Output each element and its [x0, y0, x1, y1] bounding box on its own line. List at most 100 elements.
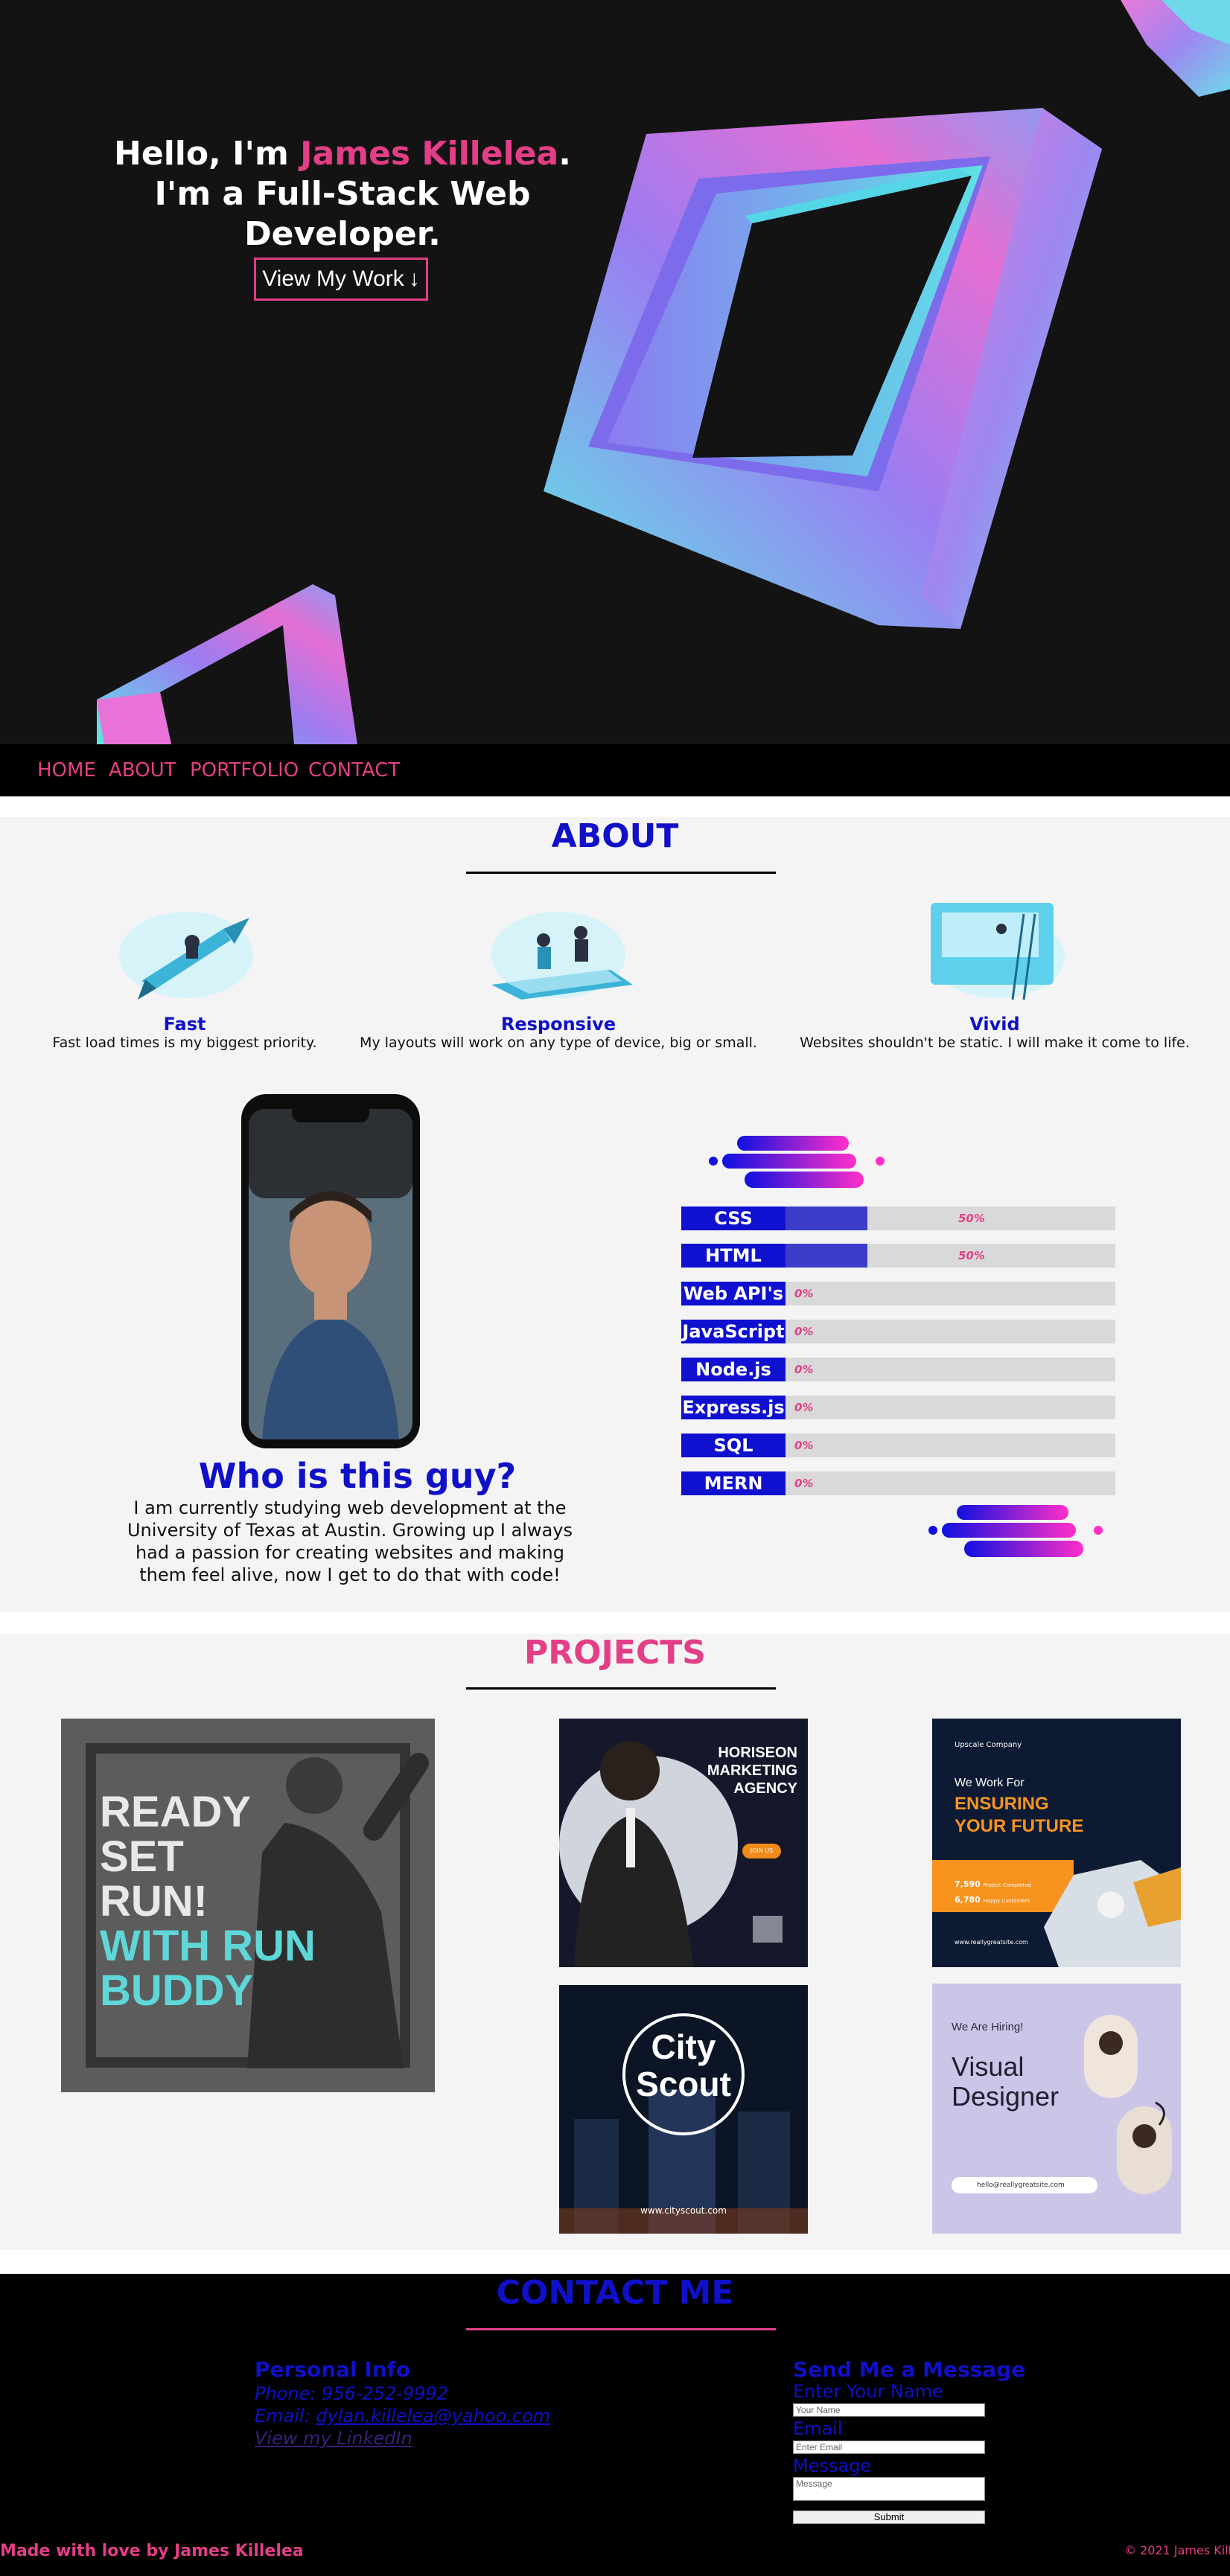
contact-section: CONTACT ME Personal Info Phone: 956-252-…: [0, 2274, 1230, 2576]
projects-title: PROJECTS: [524, 1634, 706, 1672]
skill-label: MERN: [681, 1471, 786, 1495]
decorative-brush-top: [709, 1136, 885, 1188]
ensuring-company: Upscale Company: [955, 1741, 1022, 1749]
ensuring-stats: 7,590 Project Completed 6,780 Happy Cust…: [955, 1879, 1031, 1905]
skill-progress-bar: 0%: [786, 1358, 1115, 1381]
decorative-brush-bottom: [928, 1505, 1103, 1557]
skill-label: Express.js: [681, 1396, 786, 1419]
project-ensuring-future[interactable]: Upscale Company We Work For ENSURING YOU…: [932, 1719, 1181, 1967]
skill-progress-bar: 50%: [786, 1244, 1115, 1268]
skill-percent: 0%: [794, 1401, 814, 1414]
skill-label: HTML: [681, 1244, 786, 1268]
city-scout-art: [559, 1985, 808, 2234]
designer-email: hello@reallygreatsite.com: [952, 2177, 1097, 2193]
feature-vivid-desc: Websites shouldn't be static. I will mak…: [800, 1035, 1190, 1051]
skill-label: SQL: [681, 1434, 786, 1457]
profile-phone-photo: [241, 1094, 420, 1448]
website-illustration: [931, 903, 1065, 1000]
email-label: Email: [793, 2418, 843, 2439]
city-line1: City: [651, 2027, 716, 2066]
hero-greeting: Hello, I'm: [114, 135, 301, 173]
feature-fast-desc: Fast load times is my biggest priority.: [52, 1035, 317, 1051]
nav-contact[interactable]: CONTACT: [308, 759, 400, 782]
run-line4: WITH RUN: [100, 1922, 316, 1970]
ensuring-stat2: 6,780: [955, 1895, 981, 1905]
ensuring-art: [932, 1860, 1181, 1967]
hero-section: Hello, I'm James Killelea. I'm a Full-St…: [0, 0, 1230, 744]
navbar: HOME ABOUT PORTFOLIO CONTACT: [0, 744, 1230, 796]
hero-period: .: [558, 135, 571, 173]
project-run-buddy[interactable]: READY SET RUN! WITH RUN BUDDY: [61, 1719, 435, 2092]
horiseon-title: HORISEON MARKETING AGENCY: [686, 1744, 797, 1797]
project-visual-designer[interactable]: We Are Hiring! Visual Designer hello@rea…: [932, 1984, 1181, 2234]
nav-about[interactable]: ABOUT: [109, 759, 176, 782]
contact-divider: [466, 2328, 776, 2330]
ensuring-stat1-label: Project Completed: [983, 1882, 1031, 1888]
contact-title: CONTACT ME: [496, 2274, 734, 2312]
devices-illustration: [491, 912, 633, 1000]
email-line: Email: dylan.killelea@yahoo.com: [255, 2406, 550, 2426]
feature-fast-title: Fast: [163, 1014, 206, 1035]
skill-percent: 50%: [958, 1249, 985, 1262]
ensuring-headline: ENSURING YOUR FUTURE: [955, 1793, 1083, 1838]
footer-made-with-love: Made with love by James Killelea: [0, 2542, 304, 2560]
message-label: Message: [793, 2455, 872, 2476]
skill-percent: 50%: [958, 1212, 985, 1225]
designer-art: [1084, 2015, 1172, 2194]
ensuring-stat1: 7,590: [955, 1879, 981, 1889]
skill-percent: 0%: [794, 1363, 814, 1376]
project-city-scout[interactable]: City Scout www.cityscout.com: [559, 1985, 808, 2234]
skill-label: Web API's: [681, 1282, 786, 1305]
feature-responsive-title: Responsive: [500, 1014, 616, 1035]
feature-responsive-desc: My layouts will work on any type of devi…: [360, 1035, 757, 1051]
who-description: I am currently studying web development …: [127, 1498, 573, 1585]
skill-progress-bar: 0%: [786, 1396, 1115, 1419]
city-line2: Scout: [636, 2065, 731, 2103]
run-line5: BUDDY: [100, 1966, 254, 2015]
skill-progress-fill: [786, 1206, 867, 1230]
message-textarea[interactable]: Message: [793, 2477, 985, 2501]
horiseon-line1: HORISEON: [718, 1745, 797, 1761]
city-scout-url: www.cityscout.com: [640, 2205, 727, 2216]
about-divider: [466, 872, 776, 874]
linkedin-link[interactable]: View my LinkedIn: [255, 2428, 412, 2449]
arrow-down-icon: ↓: [408, 266, 420, 291]
skill-label: CSS: [681, 1206, 786, 1230]
email-input[interactable]: Enter Email: [793, 2441, 985, 2454]
hero-3d-shapes: [97, 0, 1230, 744]
projects-section: PROJECTS READY SET RUN! WITH RUN BUDDY H…: [0, 1634, 1230, 2250]
ensuring-line3: YOUR FUTURE: [955, 1816, 1084, 1836]
nav-portfolio[interactable]: PORTFOLIO: [190, 759, 299, 782]
nav-home[interactable]: HOME: [37, 759, 96, 782]
skill-progress-bar: 0%: [786, 1320, 1115, 1343]
horiseon-line2: MARKETING: [707, 1762, 797, 1779]
view-my-work-label: View My Work: [262, 266, 404, 291]
personal-info-heading: Personal Info: [255, 2357, 411, 2382]
skill-percent: 0%: [794, 1287, 814, 1300]
submit-button[interactable]: Submit: [793, 2511, 985, 2524]
name-input[interactable]: Your Name: [793, 2403, 985, 2417]
ensuring-line2: ENSURING: [955, 1794, 1049, 1814]
about-section: ABOUT Fast Fast load times is my biggest…: [0, 817, 1230, 1612]
skill-percent: 0%: [794, 1477, 814, 1490]
send-message-heading: Send Me a Message: [793, 2357, 1026, 2382]
horiseon-cta: JOIN US: [742, 1844, 781, 1859]
view-my-work-button[interactable]: View My Work ↓: [254, 258, 428, 301]
run-line3: RUN!: [100, 1877, 208, 1925]
horiseon-line3: AGENCY: [733, 1780, 797, 1797]
project-horiseon[interactable]: HORISEON MARKETING AGENCY JOIN US: [559, 1719, 808, 1967]
hero-line2: I'm a Full-Stack Web: [154, 175, 531, 213]
hero-name: James Killelea: [300, 135, 559, 173]
hero-line3: Developer.: [244, 215, 441, 253]
skill-percent: 0%: [794, 1439, 814, 1452]
footer-copyright: © 2021 James Killelea: [1124, 2543, 1230, 2557]
feature-vivid-title: Vivid: [969, 1014, 1020, 1035]
rocket-illustration: [119, 912, 253, 1000]
run-line2: SET: [100, 1832, 184, 1881]
email-link[interactable]: dylan.killelea@yahoo.com: [316, 2406, 550, 2426]
ensuring-url: www.reallygreatsite.com: [955, 1939, 1028, 1946]
city-scout-title: City Scout: [624, 2028, 743, 2103]
phone-text: Phone: 956-252-9992: [255, 2383, 449, 2404]
skill-progress-fill: [786, 1244, 867, 1268]
run-line1: READY: [100, 1788, 252, 1836]
